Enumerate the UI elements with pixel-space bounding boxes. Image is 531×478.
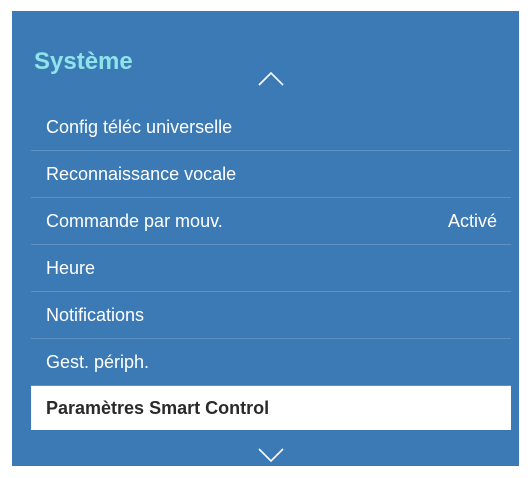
menu-item-label: Paramètres Smart Control (46, 397, 270, 418)
menu-item-device-manager[interactable]: Gest. périph. (31, 339, 511, 386)
menu-item-motion-control[interactable]: Commande par mouv. Activé (31, 198, 511, 245)
menu-item-smart-control-settings[interactable]: Paramètres Smart Control (31, 386, 511, 430)
settings-menu-list: Config téléc universelle Reconnaissance … (31, 104, 511, 430)
menu-item-label: Notifications (46, 304, 145, 325)
menu-item-time[interactable]: Heure (31, 245, 511, 292)
menu-item-label: Commande par mouv. (46, 210, 223, 231)
menu-item-label: Gest. périph. (46, 351, 150, 372)
menu-item-notifications[interactable]: Notifications (31, 292, 511, 339)
chevron-down-icon[interactable] (258, 447, 284, 465)
panel-title: Système (34, 48, 133, 75)
menu-item-universal-remote[interactable]: Config téléc universelle (31, 104, 511, 151)
chevron-up-icon[interactable] (258, 69, 284, 87)
system-menu-panel: Système Config téléc universelle Reconna… (12, 11, 519, 466)
menu-item-value: Activé (447, 210, 497, 231)
menu-item-label: Config téléc universelle (46, 116, 233, 137)
menu-item-label: Reconnaissance vocale (46, 163, 237, 184)
menu-item-voice-recognition[interactable]: Reconnaissance vocale (31, 151, 511, 198)
menu-item-label: Heure (46, 257, 96, 278)
